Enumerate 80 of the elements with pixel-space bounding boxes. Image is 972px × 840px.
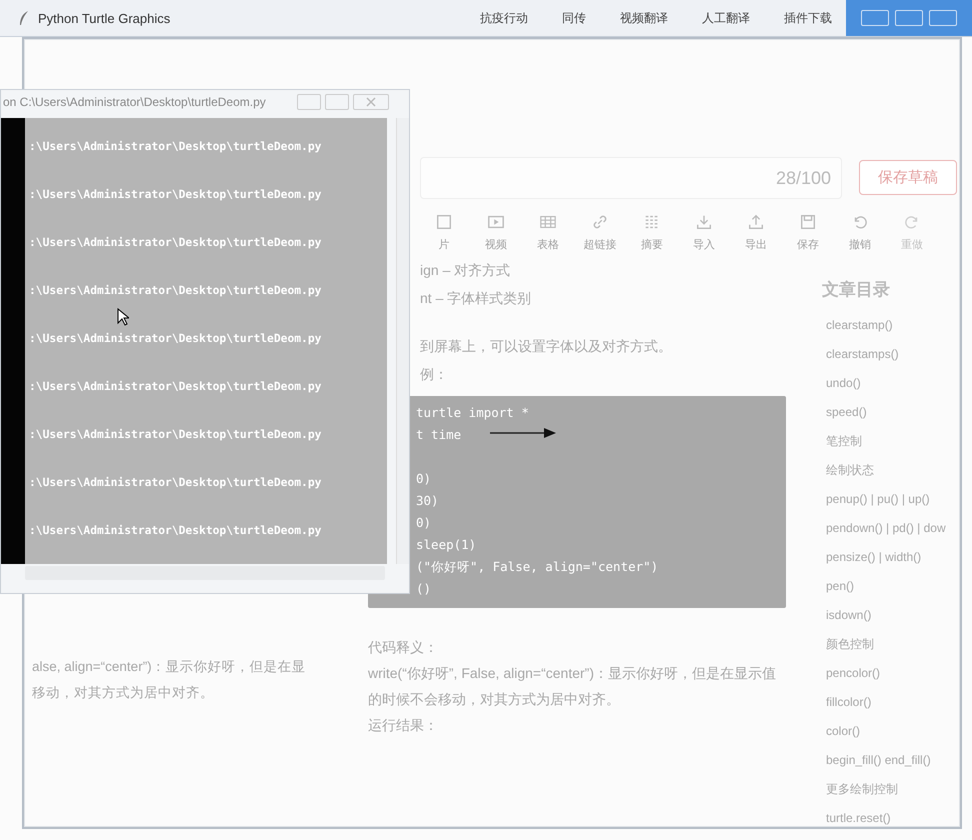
output-line: :\Users\Administrator\Desktop\turtleDeom.py — [29, 428, 322, 441]
mouse-cursor-icon — [117, 308, 129, 326]
feather-icon — [18, 10, 30, 26]
title-input-field[interactable]: 28/100 — [420, 157, 842, 199]
toolbar-button[interactable]: 保存 — [782, 213, 834, 252]
toc-link[interactable]: begin_fill() end_fill() — [826, 746, 952, 775]
toolbar-icon — [487, 213, 505, 231]
article-text: 例： — [420, 365, 449, 384]
toolbar-icon — [591, 213, 609, 231]
minimize-button[interactable] — [297, 94, 321, 110]
article-text: 代码释义： — [368, 638, 439, 657]
code-line: ("你好呀", False, align="center") — [416, 559, 658, 574]
toc-link[interactable]: speed() — [826, 398, 952, 427]
toc-link[interactable]: turtle.reset() — [826, 804, 952, 833]
code-line: () — [416, 581, 432, 596]
toolbar-icon — [747, 213, 765, 231]
toc-link[interactable]: clearstamp() — [826, 311, 952, 340]
toolbar-button[interactable]: 导出 — [730, 213, 782, 252]
toc-link[interactable]: 颜色控制 — [826, 630, 952, 659]
nav-link[interactable]: 人工翻译 — [702, 10, 750, 26]
toolbar-button[interactable]: 撤销 — [834, 213, 886, 252]
toolbar-icon — [435, 213, 453, 231]
article-text: 移动，对其方式为居中对齐。 — [32, 684, 215, 702]
toc-link[interactable]: color() — [826, 717, 952, 746]
toc-link[interactable]: pendown() | pd() | dow — [826, 514, 952, 543]
toc-title: 文章目录 — [822, 279, 891, 301]
output-line: :\Users\Administrator\Desktop\turtleDeom.py — [29, 476, 322, 489]
toolbar-button[interactable]: 导入 — [678, 213, 730, 252]
character-count: 28/100 — [776, 168, 831, 188]
toc-link[interactable]: fillcolor() — [826, 688, 952, 717]
toc-link[interactable]: undo() — [826, 369, 952, 398]
code-line: 0) — [416, 471, 432, 486]
code-line: 0) — [416, 515, 432, 530]
toolbar-button[interactable]: 片 — [418, 213, 470, 252]
maximize-button[interactable] — [325, 94, 349, 110]
output-line: :\Users\Administrator\Desktop\turtleDeom.py — [29, 236, 322, 249]
turtle-arrow-drawing — [490, 427, 556, 439]
nav-link[interactable]: 同传 — [562, 10, 586, 26]
toolbar-icon — [539, 213, 557, 231]
toc-link[interactable]: 绘制状态 — [826, 456, 952, 485]
nav-link[interactable]: 插件下载 — [784, 10, 832, 26]
toolbar-button[interactable]: 表格 — [522, 213, 574, 252]
toc-link[interactable]: pen() — [826, 572, 952, 601]
code-line: 30) — [416, 493, 439, 508]
output-line: :\Users\Administrator\Desktop\turtleDeom.py — [29, 524, 322, 537]
toolbar-icon — [799, 213, 817, 231]
toolbar-button[interactable]: 摘要 — [626, 213, 678, 252]
window-controls[interactable] — [846, 0, 972, 36]
article-text: alse, align=“center”)：显示你好呀，但是在显 — [32, 658, 307, 676]
nav-link[interactable]: 抗疫行动 — [480, 10, 528, 26]
save-draft-button[interactable]: 保存草稿 — [859, 160, 957, 195]
output-line: :\Users\Administrator\Desktop\turtleDeom.py — [29, 380, 322, 393]
toc-link[interactable]: penup() | pu() | up() — [826, 485, 952, 514]
code-line: sleep(1) — [416, 537, 476, 552]
close-icon — [366, 97, 376, 107]
toc-link[interactable]: pencolor() — [826, 659, 952, 688]
article-text: ign – 对齐方式 — [420, 261, 512, 280]
output-line: :\Users\Administrator\Desktop\turtleDeom.py — [29, 332, 322, 345]
toc-link[interactable]: clearstamps() — [826, 340, 952, 369]
toolbar-button[interactable]: 视频 — [470, 213, 522, 252]
article-text: write(“你好呀”, False, align=“center”)：显示你好呀，但是在显示值的时候不会移动，对其方式为居中对齐。 — [368, 664, 777, 709]
vertical-scrollbar[interactable] — [396, 118, 409, 564]
code-line: t time — [416, 427, 462, 442]
toolbar-icon — [695, 213, 713, 231]
toc-link[interactable]: pensize() | width() — [826, 543, 952, 572]
window-title: Python Turtle Graphics — [38, 10, 170, 26]
article-text: 运行结果： — [368, 716, 439, 735]
nav-link[interactable]: 视频翻译 — [620, 10, 668, 26]
code-line: turtle import * — [416, 405, 529, 420]
toolbar-button[interactable]: 超链接 — [574, 213, 626, 252]
console-title: on C:\Users\Administrator\Desktop\turtleDeom.py — [2, 95, 266, 109]
output-line: :\Users\Administrator\Desktop\turtleDeom.py — [29, 188, 322, 201]
toc-link[interactable]: isdown() — [826, 601, 952, 630]
toc-link[interactable]: 更多绘制控制 — [826, 775, 952, 804]
output-line: :\Users\Administrator\Desktop\turtleDeom.py — [29, 284, 322, 297]
close-button[interactable] — [353, 94, 389, 110]
article-text: nt – 字体样式类别 — [420, 289, 532, 308]
output-line: :\Users\Administrator\Desktop\turtleDeom.py — [29, 140, 322, 153]
toc-link[interactable]: 笔控制 — [826, 427, 952, 456]
article-text: 到屏幕上，可以设置字体以及对齐方式。 — [420, 337, 672, 356]
